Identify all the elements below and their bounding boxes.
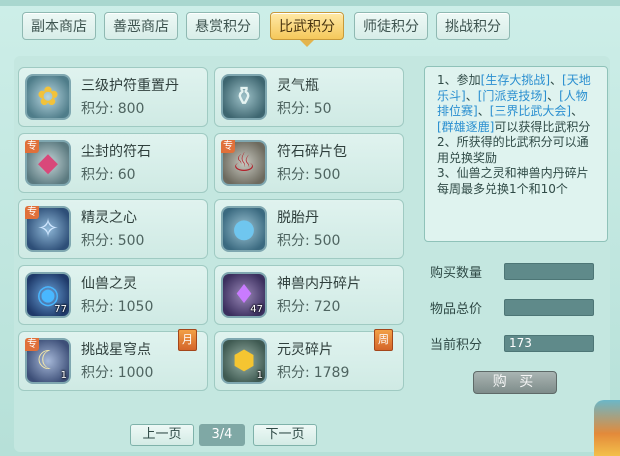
current-score-label: 当前积分 bbox=[430, 338, 483, 353]
item-score: 积分: 1789 bbox=[277, 365, 350, 381]
item-name: 精灵之心 bbox=[81, 210, 137, 226]
item-name: 元灵碎片 bbox=[277, 342, 333, 358]
corner-ornament bbox=[594, 400, 620, 456]
item-count: 77 bbox=[54, 304, 67, 315]
monthly-limit-tag: 月 bbox=[178, 329, 197, 351]
shop-item[interactable]: ⚱ 灵气瓶 积分: 50 bbox=[214, 67, 404, 127]
item-count: 1 bbox=[256, 370, 263, 381]
item-score: 积分: 50 bbox=[277, 101, 332, 117]
link-survival-challenge[interactable]: [生存大挑战] bbox=[481, 73, 550, 87]
buy-button[interactable]: 购 买 bbox=[473, 371, 557, 394]
exclusive-badge: 专 bbox=[25, 338, 39, 351]
total-price-field bbox=[504, 299, 594, 316]
top-strip bbox=[0, 0, 620, 6]
jade-bottle-icon: ⚱ bbox=[221, 74, 267, 120]
item-name: 三级护符重置丹 bbox=[81, 78, 179, 94]
item-score: 积分: 60 bbox=[81, 167, 136, 183]
shop-item[interactable]: ✿ 三级护符重置丹 积分: 800 bbox=[18, 67, 208, 127]
info-text: 可以获得比武积分 bbox=[494, 119, 591, 134]
page-indicator: 3/4 bbox=[199, 424, 245, 446]
tab-karma-shop[interactable]: 善恶商店 bbox=[104, 12, 178, 40]
prev-page-button[interactable]: 上一页 bbox=[130, 424, 194, 446]
item-score: 积分: 720 bbox=[277, 299, 341, 315]
info-text: 、 bbox=[571, 104, 584, 118]
exclusive-badge: 专 bbox=[25, 206, 39, 219]
tab-mentor-points[interactable]: 师徒积分 bbox=[354, 12, 428, 40]
item-count: 1 bbox=[60, 370, 67, 381]
shop-item[interactable]: ♨ 专 符石碎片包 积分: 500 bbox=[214, 133, 404, 193]
tab-bounty-points[interactable]: 悬赏积分 bbox=[186, 12, 260, 40]
rune-pouch-icon: ♨ 专 bbox=[221, 140, 267, 186]
active-tab-indicator bbox=[300, 40, 314, 47]
shop-item[interactable]: ☾ 专 1 挑战星穹点 积分: 1000 月 bbox=[18, 329, 208, 391]
exclusive-badge: 专 bbox=[221, 140, 235, 153]
tab-challenge-points[interactable]: 挑战积分 bbox=[436, 12, 510, 40]
gold-fragment-icon: ⬢ 1 bbox=[221, 338, 267, 384]
item-name: 符石碎片包 bbox=[277, 144, 347, 160]
crescent-moon-icon: ☾ 专 1 bbox=[25, 338, 71, 384]
item-name: 挑战星穹点 bbox=[81, 342, 151, 358]
item-count: 47 bbox=[250, 304, 263, 315]
shop-item[interactable]: ● 脱胎丹 积分: 500 bbox=[214, 199, 404, 259]
item-score: 积分: 800 bbox=[81, 101, 145, 117]
item-name: 仙兽之灵 bbox=[81, 276, 137, 292]
rune-stone-icon: ◆ 专 bbox=[25, 140, 71, 186]
item-score: 积分: 1000 bbox=[81, 365, 154, 381]
shop-item[interactable]: ◉ 77 仙兽之灵 积分: 1050 bbox=[18, 265, 208, 325]
info-text: 、 bbox=[550, 73, 563, 87]
shop-item[interactable]: ⬢ 1 元灵碎片 积分: 1789 周 bbox=[214, 329, 404, 391]
golden-talisman-icon: ✿ bbox=[25, 74, 71, 120]
tab-dungeon-shop[interactable]: 副本商店 bbox=[22, 12, 96, 40]
shop-item[interactable]: ✧ 专 精灵之心 积分: 500 bbox=[18, 199, 208, 259]
tab-arena-points[interactable]: 比武积分 bbox=[270, 12, 344, 40]
item-name: 脱胎丹 bbox=[277, 210, 319, 226]
link-sect-arena[interactable]: [门派竞技场] bbox=[478, 89, 547, 103]
info-text: 3、仙兽之灵和神兽内丹碎片每周最多兑换1个和10个 bbox=[437, 166, 589, 196]
exclusive-badge: 专 bbox=[25, 140, 39, 153]
item-score: 积分: 1050 bbox=[81, 299, 154, 315]
info-text: 、 bbox=[477, 104, 490, 118]
item-score: 积分: 500 bbox=[277, 233, 341, 249]
shop-item[interactable]: ◆ 专 尘封的符石 积分: 60 bbox=[18, 133, 208, 193]
beast-spirit-orb-icon: ◉ 77 bbox=[25, 272, 71, 318]
pills-icon: ● bbox=[221, 206, 267, 252]
item-name: 尘封的符石 bbox=[81, 144, 151, 160]
item-score: 积分: 500 bbox=[277, 167, 341, 183]
item-name: 神兽内丹碎片 bbox=[277, 276, 361, 292]
info-text: 、 bbox=[465, 88, 478, 103]
spirit-heart-icon: ✧ 专 bbox=[25, 206, 71, 252]
buy-quantity-field[interactable] bbox=[504, 263, 594, 280]
info-text: 1、参加 bbox=[437, 73, 481, 87]
next-page-button[interactable]: 下一页 bbox=[253, 424, 317, 446]
buy-quantity-label: 购买数量 bbox=[430, 266, 483, 281]
rules-description: 1、参加[生存大挑战]、[天地乐斗]、[门派竞技场]、[人物排位赛]、[三界比武… bbox=[424, 66, 608, 242]
item-name: 灵气瓶 bbox=[277, 78, 319, 94]
link-three-realms-tournament[interactable]: [三界比武大会] bbox=[490, 104, 571, 118]
info-text: 、 bbox=[547, 88, 560, 103]
total-price-label: 物品总价 bbox=[430, 302, 483, 317]
item-score: 积分: 500 bbox=[81, 233, 145, 249]
purple-crystal-icon: ♦ 47 bbox=[221, 272, 267, 318]
link-heroes-battle[interactable]: [群雄逐鹿] bbox=[437, 120, 494, 134]
weekly-limit-tag: 周 bbox=[374, 329, 393, 351]
current-score-field: 173 bbox=[504, 335, 594, 352]
info-text: 2、所获得的比武积分可以通用兑换奖励 bbox=[437, 135, 589, 165]
shop-item[interactable]: ♦ 47 神兽内丹碎片 积分: 720 bbox=[214, 265, 404, 325]
shop-window: 副本商店 善恶商店 悬赏积分 比武积分 师徒积分 挑战积分 ✿ 三级护符重置丹 … bbox=[0, 0, 620, 456]
